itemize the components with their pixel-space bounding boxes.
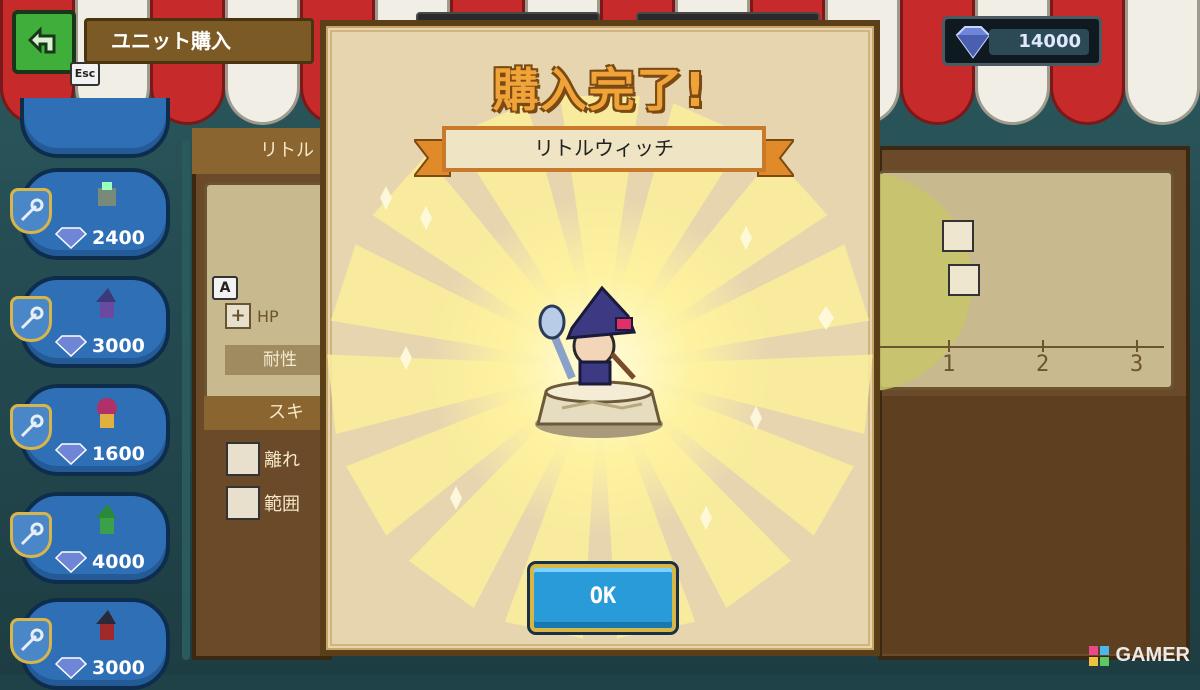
unit-sprite: [96, 610, 116, 640]
watermark-text: GAMER: [1115, 644, 1190, 666]
gem-icon: [54, 335, 88, 357]
skill-item: 範囲: [226, 486, 300, 520]
skill-tab: スキ: [204, 396, 332, 430]
unit-list-scrollbar[interactable]: [182, 140, 190, 660]
unit-card[interactable]: 3000: [10, 276, 172, 368]
gem-icon: [955, 26, 991, 59]
unit-class-badge: [10, 404, 52, 450]
gem-amount: 14000: [989, 29, 1089, 55]
purchase-complete-title: 購入完了!: [492, 63, 708, 117]
unit-price: 2400: [54, 224, 172, 252]
gem-icon: [54, 443, 88, 465]
skill-icon: [226, 486, 260, 520]
unit-sprite: [96, 288, 116, 318]
staff-icon: [20, 306, 44, 330]
unit-price-value: 1600: [92, 443, 145, 465]
unit-detail-tab: リトル: [192, 128, 332, 174]
purchase-complete-dialog: 購入完了! リトルウィッチ OK: [320, 20, 880, 656]
unit-price-value: 2400: [92, 227, 145, 249]
unit-sprite: [97, 398, 117, 428]
back-button[interactable]: [12, 10, 76, 74]
range-panel-lower: [882, 396, 1186, 654]
tick-mark: [948, 340, 950, 352]
gamer-watermark: GAMER: [1088, 644, 1190, 667]
hp-label: HP: [257, 306, 279, 326]
unit-class-badge: [10, 618, 52, 664]
skill-icon: [948, 264, 980, 296]
unit-price-value: 3000: [92, 335, 145, 357]
skill-icon: [226, 442, 260, 476]
hp-row: + HP: [225, 303, 279, 329]
resist-label: 耐性: [225, 345, 335, 375]
face-icon: [942, 220, 974, 252]
screen-title: ユニット購入: [84, 18, 314, 64]
gem-icon: [54, 657, 88, 679]
unit-price: 3000: [54, 332, 172, 360]
staff-icon: [20, 198, 44, 222]
skill-label: 離れ: [264, 450, 300, 471]
unit-class-badge: [10, 188, 52, 234]
unit-card[interactable]: 4000: [10, 492, 172, 584]
unit-card[interactable]: 2400: [10, 168, 172, 260]
unit-price-value: 4000: [92, 551, 145, 573]
gem-icon: [54, 227, 88, 249]
unit-price-value: 3000: [92, 657, 145, 679]
staff-icon: [20, 414, 44, 438]
range-tick: 1: [942, 352, 956, 377]
unit-price: 1600: [54, 440, 172, 468]
little-witch-sprite: [538, 285, 637, 386]
ok-button[interactable]: OK: [527, 561, 679, 635]
gamer-logo-icon: [1088, 645, 1109, 666]
a-key-hint: A: [212, 276, 238, 300]
back-arrow-icon: [27, 26, 56, 54]
unit-card[interactable]: 1600: [10, 384, 172, 476]
unit-sprite: [96, 504, 116, 534]
skill-label: 範囲: [264, 494, 300, 515]
staff-icon: [20, 628, 44, 652]
esc-key-hint: Esc: [70, 62, 100, 86]
unit-sprite: [98, 182, 116, 206]
unit-card[interactable]: 3000: [10, 598, 172, 690]
unit-class-badge: [10, 296, 52, 342]
gem-currency-display: 14000: [942, 16, 1102, 66]
unit-card-partial[interactable]: [20, 98, 170, 158]
gem-icon: [54, 551, 88, 573]
skill-item: 離れ: [226, 442, 300, 476]
unit-price: 3000: [54, 654, 172, 682]
tick-mark: [1136, 340, 1138, 352]
unit-class-badge: [10, 512, 52, 558]
staff-icon: [20, 522, 44, 546]
tick-mark: [1042, 340, 1044, 352]
range-axis: [880, 346, 1164, 348]
unit-name: リトルウィッチ: [534, 136, 674, 160]
range-tick: 2: [1036, 352, 1050, 377]
range-tick: 3: [1130, 352, 1144, 377]
unit-price: 4000: [54, 548, 172, 576]
plus-icon: +: [225, 303, 251, 329]
